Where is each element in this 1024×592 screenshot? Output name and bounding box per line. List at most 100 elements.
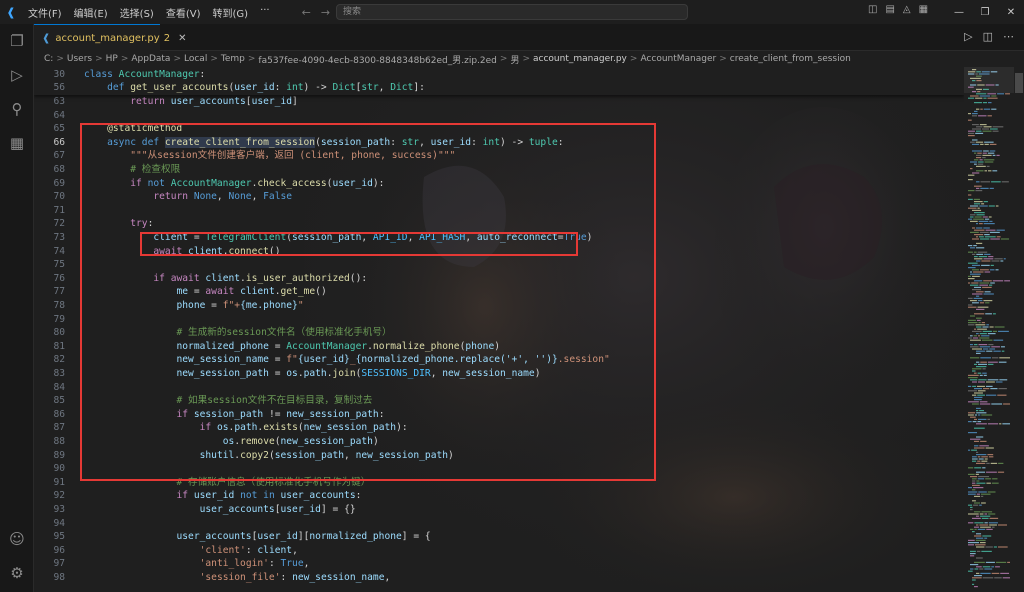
layout-secondary-sidebar-icon[interactable]: ◬ — [903, 4, 911, 15]
code-line[interactable]: 93 user_accounts[user_id] = {} — [34, 503, 964, 517]
vertical-scrollbar[interactable] — [1014, 67, 1024, 592]
back-arrow-icon[interactable]: ← — [302, 6, 311, 19]
layout-panel-icon[interactable]: ▤ — [885, 4, 894, 15]
minimap-line — [977, 460, 981, 462]
menu-selection[interactable]: 选择(S) — [114, 5, 160, 20]
restore-icon[interactable]: ❐ — [972, 0, 998, 24]
minimap-line — [976, 319, 981, 321]
annotation-box-client-line — [140, 232, 578, 256]
menu-more[interactable]: ··· — [254, 5, 276, 20]
minimap-line — [980, 493, 991, 495]
minimap-line — [991, 572, 1000, 574]
split-editor-icon[interactable]: ◫ — [983, 30, 993, 43]
code-line[interactable]: 63 return user_accounts[user_id] — [34, 95, 964, 109]
menu-go[interactable]: 转到(G) — [207, 5, 255, 20]
minimap-line — [987, 423, 999, 425]
menu-edit[interactable]: 编辑(E) — [68, 5, 114, 20]
breadcrumb-item[interactable]: account_manager.py — [533, 54, 627, 64]
more-actions-icon[interactable]: ⋯ — [1003, 30, 1014, 43]
line-number: 56 — [53, 82, 65, 94]
minimap-line — [1002, 577, 1010, 579]
tab-account-manager[interactable]: ❰ account_manager.py 2 ✕ — [34, 24, 186, 51]
minimap-line — [989, 143, 997, 145]
account-icon[interactable]: ☺ — [0, 522, 34, 556]
breadcrumb-item[interactable]: HP — [106, 54, 118, 64]
minimap-line — [998, 361, 1007, 363]
minimize-icon[interactable]: — — [946, 0, 972, 24]
breadcrumb-item[interactable]: create_client_from_session — [730, 54, 851, 64]
tab-close-icon[interactable]: ✕ — [178, 33, 186, 44]
code-line[interactable]: 95 user_accounts[user_id][normalized_pho… — [34, 530, 964, 544]
minimap-line — [968, 493, 976, 495]
run-debug-icon[interactable]: ▷ — [0, 58, 34, 92]
minimap-line — [991, 482, 999, 484]
minimap-line — [986, 528, 993, 530]
minimap-line — [987, 152, 995, 154]
forward-arrow-icon[interactable]: → — [321, 6, 330, 19]
minimap-line — [973, 344, 978, 346]
menu-file[interactable]: 文件(F) — [22, 5, 68, 20]
minimap-line — [972, 264, 981, 266]
minimap-line — [976, 253, 984, 255]
run-icon[interactable]: ▷ — [964, 30, 972, 43]
customize-layout-icon[interactable]: ▦ — [919, 4, 928, 15]
breadcrumb-item[interactable]: C: — [44, 54, 53, 64]
code-line[interactable]: 30 class AccountManager: — [34, 68, 964, 82]
layout-sidebar-icon[interactable]: ◫ — [868, 4, 877, 15]
breadcrumb-item[interactable]: Temp — [221, 54, 245, 64]
minimap-line — [978, 458, 984, 460]
breadcrumb-item[interactable]: 男 — [510, 53, 519, 66]
minimap-line — [979, 337, 990, 339]
layout-controls: ◫ ▤ ◬ ▦ — [868, 4, 928, 15]
code-line[interactable]: 97 'anti_login': True, — [34, 557, 964, 571]
minimap-line — [975, 190, 983, 192]
minimap-line — [974, 440, 980, 442]
minimap-line — [972, 480, 976, 482]
minimap-line — [981, 495, 984, 497]
minimap-line — [987, 115, 992, 117]
code-line[interactable]: 92 if user_id not in user_accounts: — [34, 489, 964, 503]
code-line[interactable]: 96 'client': client, — [34, 544, 964, 558]
code-editor[interactable]: 30 class AccountManager: 56 def get_user_a… — [34, 67, 964, 592]
code-line[interactable]: 64 — [34, 109, 964, 123]
minimap-line — [972, 124, 979, 126]
line-number: 30 — [53, 68, 65, 80]
scrollbar-thumb[interactable] — [1015, 73, 1023, 93]
explorer-icon[interactable]: ❐ — [0, 24, 34, 58]
minimap-viewport[interactable] — [964, 67, 1014, 93]
breadcrumb-item[interactable]: Local — [184, 54, 207, 64]
line-number: 90 — [53, 463, 65, 475]
minimap-line — [980, 572, 991, 574]
menu-view[interactable]: 查看(V) — [160, 5, 207, 20]
minimap-line — [984, 253, 991, 255]
minimap-line — [989, 348, 996, 350]
line-number: 91 — [53, 476, 65, 488]
breadcrumb-item[interactable]: Users — [67, 54, 92, 64]
minimap-line — [977, 363, 987, 365]
minimap-line — [976, 537, 984, 539]
minimap-line — [976, 108, 980, 110]
minimap-line — [976, 407, 981, 409]
command-center-search[interactable]: 搜索 — [336, 4, 688, 20]
minimap[interactable] — [964, 67, 1014, 592]
line-number: 83 — [53, 368, 65, 379]
minimap-line — [972, 115, 978, 117]
breadcrumb-item[interactable]: fa537fee-4090-4ecb-8300-8848348b62ed_男.z… — [258, 53, 496, 66]
code-line[interactable]: 56 def get_user_accounts(user_id: int) -… — [34, 81, 964, 95]
breadcrumb-item[interactable]: AccountManager — [640, 54, 716, 64]
minimap-line — [993, 350, 1001, 352]
breadcrumb-item[interactable]: AppData — [131, 54, 170, 64]
code-line[interactable]: 98 'session_file': new_session_name, — [34, 571, 964, 585]
minimap-line — [972, 478, 977, 480]
search-icon[interactable]: ⚲ — [0, 92, 34, 126]
minimap-line — [977, 414, 981, 416]
close-icon[interactable]: ✕ — [998, 0, 1024, 24]
minimap-line — [987, 491, 996, 493]
minimap-line — [982, 372, 987, 374]
minimap-line — [968, 304, 973, 306]
code-line[interactable]: 94 — [34, 517, 964, 531]
extensions-icon[interactable]: ▦ — [0, 126, 34, 160]
minimap-line — [968, 570, 973, 572]
gear-icon[interactable]: ⚙ — [0, 556, 34, 590]
line-number: 96 — [53, 544, 65, 556]
